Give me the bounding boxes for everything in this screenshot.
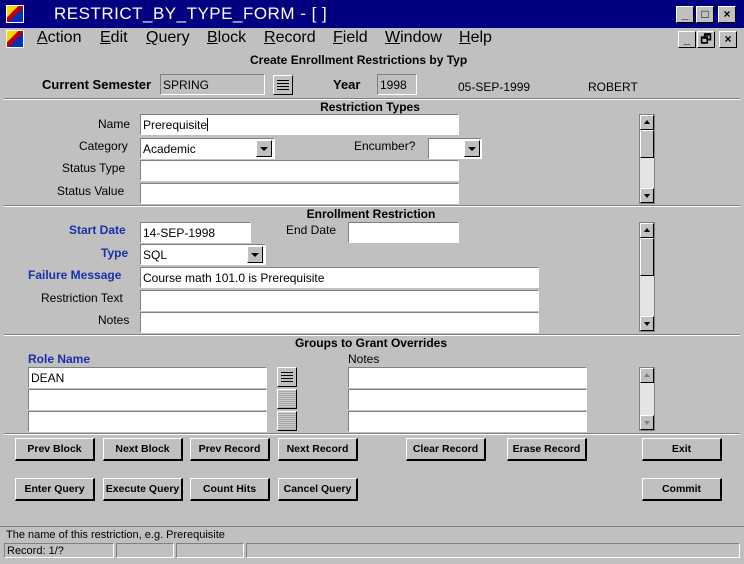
category-dropdown-arrow[interactable]: [256, 140, 272, 157]
cancel-query-button[interactable]: Cancel Query: [278, 478, 358, 501]
encumber-label: Encumber?: [354, 139, 416, 153]
status-type-input[interactable]: [140, 160, 459, 181]
maximize-button[interactable]: □: [696, 6, 714, 23]
mdi-restore-button[interactable]: 🗗: [697, 31, 715, 48]
role-name-input[interactable]: [28, 411, 267, 432]
form-title: Create Enrollment Restrictions by Typ: [250, 53, 468, 67]
notes-input[interactable]: [140, 312, 539, 333]
menu-record[interactable]: Record: [264, 29, 316, 47]
group-notes-label: Notes: [348, 352, 380, 366]
commit-button[interactable]: Commit: [642, 478, 722, 501]
restriction-text-input[interactable]: [140, 290, 539, 311]
encumber-dropdown-arrow[interactable]: [464, 140, 480, 157]
enter-query-button[interactable]: Enter Query: [15, 478, 95, 501]
enrollment-restriction-scrollbar[interactable]: [639, 222, 655, 332]
menu-query[interactable]: Query: [146, 29, 190, 47]
status-cell: [246, 543, 740, 558]
current-user: ROBERT: [588, 80, 638, 94]
scroll-down-arrow[interactable]: [640, 415, 654, 430]
end-date-label: End Date: [286, 223, 337, 237]
role-name-input[interactable]: [28, 389, 267, 410]
scroll-up-arrow[interactable]: [640, 223, 654, 238]
menu-help[interactable]: Help: [459, 29, 492, 47]
enrollment-restriction-title: Enrollment Restriction: [306, 207, 436, 221]
role-name-label: Role Name: [28, 352, 91, 366]
role-lov-button[interactable]: [277, 389, 297, 409]
current-semester-label: Current Semester: [42, 77, 152, 92]
scroll-down-arrow[interactable]: [640, 188, 654, 203]
notes-label: Notes: [98, 313, 130, 327]
restriction-types-scrollbar[interactable]: [639, 114, 655, 204]
type-dropdown-arrow[interactable]: [247, 246, 263, 263]
failure-message-label: Failure Message: [28, 268, 122, 282]
start-date-label: Start Date: [69, 223, 126, 237]
failure-message-input[interactable]: Course math 101.0 is Prerequisite: [140, 267, 539, 288]
status-value-label: Status Value: [57, 184, 125, 198]
status-cell: [176, 543, 244, 558]
groups-scrollbar[interactable]: [639, 367, 655, 431]
scroll-up-arrow[interactable]: [640, 115, 654, 130]
prev-block-button[interactable]: Prev Block: [15, 438, 95, 461]
menu-block[interactable]: Block: [207, 29, 246, 47]
group-notes-input[interactable]: [348, 411, 587, 432]
exit-button[interactable]: Exit: [642, 438, 722, 461]
count-hits-button[interactable]: Count Hits: [190, 478, 270, 501]
mdi-minimize-button[interactable]: _: [678, 31, 696, 48]
start-date-input[interactable]: 14-SEP-1998: [140, 222, 251, 243]
scroll-thumb[interactable]: [640, 238, 654, 276]
divider: [4, 433, 740, 435]
next-block-button[interactable]: Next Block: [103, 438, 183, 461]
form-icon[interactable]: [6, 30, 24, 48]
menu-field[interactable]: Field: [333, 29, 368, 47]
category-select[interactable]: Academic: [140, 138, 275, 159]
title-bar: RESTRICT_BY_TYPE_FORM - [ ] _ □ ×: [0, 0, 744, 28]
year-field[interactable]: 1998: [377, 74, 417, 95]
group-notes-input[interactable]: [348, 367, 587, 388]
type-label: Type: [101, 246, 129, 260]
groups-title: Groups to Grant Overrides: [294, 336, 448, 350]
scroll-thumb[interactable]: [640, 130, 654, 158]
menu-bar: Action Edit Query Block Record Field Win…: [0, 28, 744, 50]
status-value-input[interactable]: [140, 183, 459, 204]
execute-query-button[interactable]: Execute Query: [103, 478, 183, 501]
restriction-types-title: Restriction Types: [320, 100, 420, 114]
prev-record-button[interactable]: Prev Record: [190, 438, 270, 461]
erase-record-button[interactable]: Erase Record: [507, 438, 587, 461]
minimize-button[interactable]: _: [676, 6, 694, 23]
window-title: RESTRICT_BY_TYPE_FORM - [ ]: [54, 4, 328, 23]
next-record-button[interactable]: Next Record: [278, 438, 358, 461]
current-date: 05-SEP-1999: [458, 80, 531, 94]
close-button[interactable]: ×: [718, 6, 736, 23]
name-input[interactable]: Prerequisite: [140, 114, 459, 135]
name-label: Name: [98, 117, 131, 131]
status-type-label: Status Type: [62, 161, 126, 175]
app-icon[interactable]: [6, 5, 24, 23]
category-label: Category: [79, 139, 128, 153]
scroll-down-arrow[interactable]: [640, 316, 654, 331]
current-semester-field[interactable]: SPRING: [160, 74, 265, 95]
restriction-text-label: Restriction Text: [41, 291, 123, 305]
scroll-up-arrow[interactable]: [640, 368, 654, 383]
mdi-close-button[interactable]: ×: [719, 31, 737, 48]
menu-edit[interactable]: Edit: [100, 29, 128, 47]
semester-lov-button[interactable]: [273, 75, 293, 95]
status-cell: [116, 543, 174, 558]
menu-action[interactable]: Action: [37, 29, 81, 47]
record-indicator: Record: 1/?: [4, 543, 114, 558]
role-lov-button[interactable]: [277, 411, 297, 431]
role-lov-button[interactable]: [277, 367, 297, 387]
status-hint: The name of this restriction, e.g. Prere…: [4, 528, 740, 543]
clear-record-button[interactable]: Clear Record: [406, 438, 486, 461]
menu-window[interactable]: Window: [385, 29, 442, 47]
year-label: Year: [333, 77, 361, 92]
end-date-input[interactable]: [348, 222, 459, 243]
group-notes-input[interactable]: [348, 389, 587, 410]
role-name-input[interactable]: DEAN: [28, 367, 267, 388]
